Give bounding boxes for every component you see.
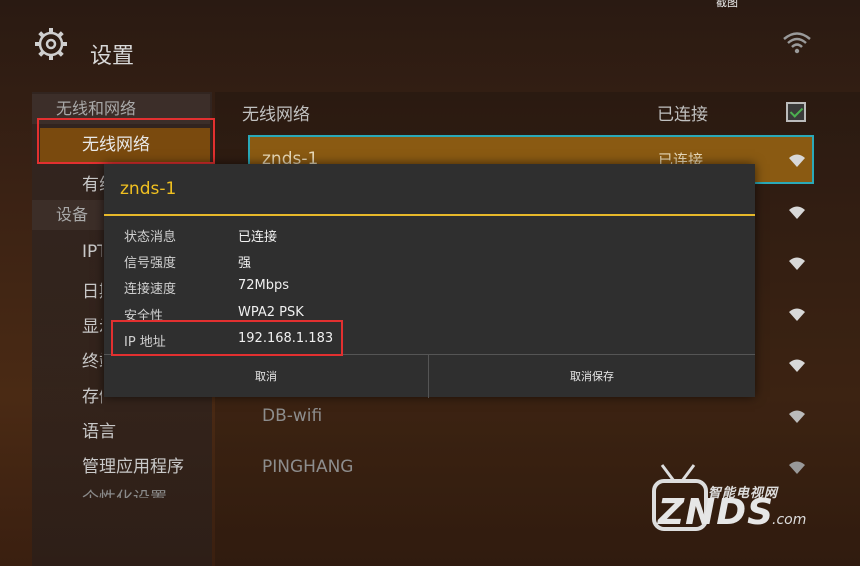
wifi-signal-icon: [789, 359, 805, 372]
sidebar-item-personalize[interactable]: 个性化设置: [82, 484, 167, 498]
sidebar-item-datetime[interactable]: 日期和时间: [82, 277, 102, 302]
page-title: 设置: [90, 44, 135, 69]
sidebar-item-iptv[interactable]: IPTV: [82, 242, 102, 262]
sidebar-item-device-info[interactable]: 终端信息: [82, 347, 102, 372]
signal-strength-label: 信号强度: [124, 256, 177, 271]
network-item-db-wifi[interactable]: DB-wifi: [262, 406, 322, 426]
wireless-enable-checkbox[interactable]: [786, 102, 806, 122]
settings-gear-icon: [35, 28, 67, 60]
wireless-toggle-status: 已连接: [657, 105, 708, 125]
sidebar-item-language[interactable]: 语言: [82, 417, 116, 442]
highlight-box-ip: [111, 320, 343, 356]
status-value: 已连接: [238, 230, 278, 245]
link-speed-label: 连接速度: [124, 282, 177, 297]
wifi-signal-icon: [789, 257, 805, 270]
wifi-status-icon: [783, 32, 811, 54]
wifi-signal-icon: [789, 206, 805, 219]
dialog-title: znds-1: [120, 179, 177, 199]
dialog-button-bar: 取消 取消保存: [104, 354, 755, 398]
network-item-pinghang[interactable]: PINGHANG: [262, 457, 353, 477]
forget-network-button[interactable]: 取消保存: [429, 355, 755, 398]
network-detail-dialog: znds-1 状态消息 已连接 信号强度 强 连接速度 72Mbps 安全性 W…: [104, 164, 755, 398]
signal-strength-value: 强: [238, 256, 252, 271]
wireless-toggle-label: 无线网络: [242, 105, 310, 125]
sidebar-item-wired[interactable]: 有线网络: [82, 170, 104, 195]
dialog-title-divider: [104, 214, 755, 216]
sidebar-item-storage[interactable]: 存储: [82, 382, 102, 407]
cancel-button[interactable]: 取消: [104, 355, 428, 398]
watermark-brand: ZNDS: [658, 492, 775, 533]
wifi-signal-icon: [789, 308, 805, 321]
wifi-signal-icon: [789, 154, 805, 167]
link-speed-value: 72Mbps: [238, 278, 290, 293]
sidebar-item-manage-apps[interactable]: 管理应用程序: [82, 452, 184, 477]
security-value: WPA2 PSK: [238, 305, 304, 320]
watermark-suffix: .com: [772, 512, 807, 528]
sidebar-item-display[interactable]: 显示: [82, 312, 102, 337]
wifi-signal-icon: [789, 410, 805, 423]
highlight-box-wireless: [37, 118, 215, 164]
status-label: 状态消息: [124, 230, 177, 245]
header: 设置: [0, 0, 860, 90]
